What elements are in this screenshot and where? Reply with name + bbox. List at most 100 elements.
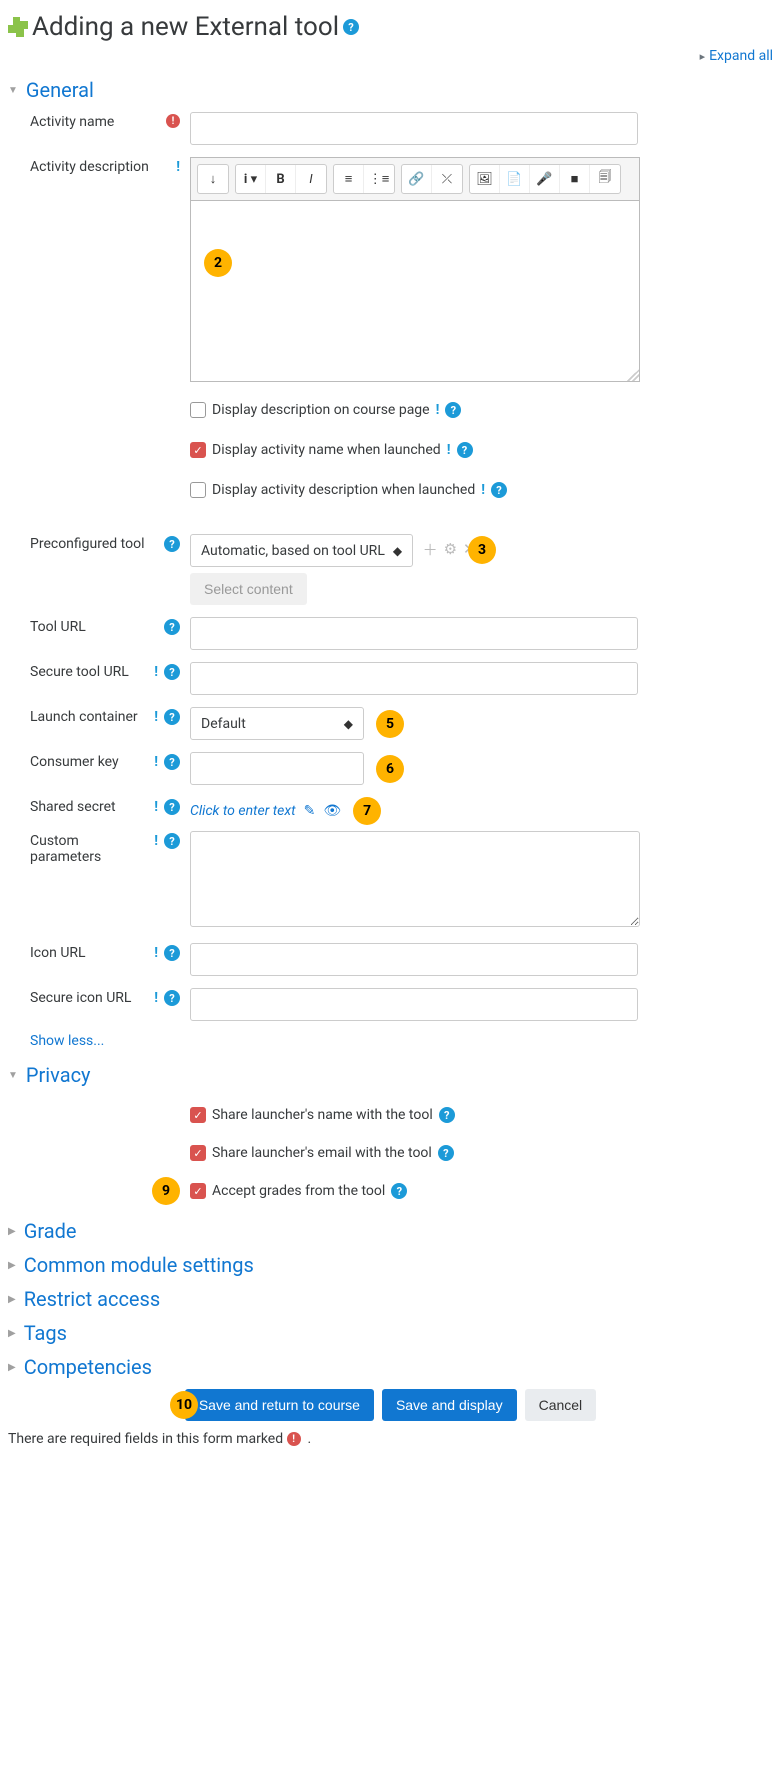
section-privacy-header[interactable]: ▼ Privacy	[8, 1063, 773, 1087]
share-name-checkbox[interactable]	[190, 1107, 206, 1123]
tb-expand-icon[interactable]: ↓	[198, 165, 228, 193]
section-tags-header[interactable]: ▶ Tags	[8, 1321, 773, 1345]
help-icon[interactable]: ?	[164, 990, 180, 1006]
launch-container-select[interactable]: Default ◆	[190, 707, 364, 740]
chevron-right-icon: ▶	[8, 1294, 16, 1305]
marker-5: 5	[376, 710, 404, 738]
required-note-text: There are required fields in this form m…	[8, 1431, 283, 1447]
preconfigured-label: Preconfigured tool	[30, 536, 158, 552]
section-general-header[interactable]: ▼ General	[8, 78, 773, 102]
editor-toolbar: ↓ i ▾ B I ≡ ⋮≡ 🔗 ⤫ 🖼 📄 🎤	[191, 158, 639, 201]
launch-container-value: Default	[201, 716, 246, 732]
marker-6: 6	[376, 755, 404, 783]
help-icon[interactable]: ?	[391, 1183, 407, 1199]
section-competencies-header[interactable]: ▶ Competencies	[8, 1355, 773, 1379]
section-grade-header[interactable]: ▶ Grade	[8, 1219, 773, 1243]
help-icon[interactable]: ?	[164, 754, 180, 770]
activity-desc-editor[interactable]	[191, 201, 639, 381]
shared-secret-link[interactable]: Click to enter text	[190, 803, 296, 819]
section-general-title: General	[26, 78, 94, 102]
section-restrict-header[interactable]: ▶ Restrict access	[8, 1287, 773, 1311]
display-desc-label: Display description on course page	[212, 402, 430, 418]
page-title-text: Adding a new External tool	[32, 12, 339, 42]
chevron-down-icon: ▼	[8, 1070, 18, 1081]
tb-bold-icon[interactable]: B	[266, 165, 296, 193]
help-icon[interactable]: ?	[164, 536, 180, 552]
help-icon[interactable]: ?	[164, 709, 180, 725]
eye-icon[interactable]: 👁	[323, 803, 341, 819]
tb-video-icon[interactable]: ■	[560, 165, 590, 193]
secure-tool-url-input[interactable]	[190, 662, 638, 695]
close-icon[interactable]: ✕	[463, 540, 476, 558]
help-icon[interactable]: ?	[343, 19, 359, 35]
advanced-icon[interactable]: !	[154, 709, 158, 725]
save-display-button[interactable]: Save and display	[382, 1389, 517, 1421]
consumer-key-input[interactable]	[190, 752, 364, 785]
activity-name-input[interactable]	[190, 112, 638, 145]
section-common-header[interactable]: ▶ Common module settings	[8, 1253, 773, 1277]
expand-all-link[interactable]: Expand all	[700, 48, 773, 64]
advanced-icon[interactable]: !	[154, 799, 158, 815]
display-desc-checkbox[interactable]	[190, 402, 206, 418]
show-less-link[interactable]: Show less...	[30, 1033, 773, 1049]
gear-icon[interactable]: ⚙	[444, 540, 457, 558]
launch-container-label: Launch container	[30, 709, 148, 725]
icon-url-input[interactable]	[190, 943, 638, 976]
help-icon[interactable]: ?	[164, 833, 180, 849]
advanced-icon[interactable]: !	[436, 402, 440, 418]
save-return-button[interactable]: Save and return to course	[185, 1389, 374, 1421]
required-icon: !	[166, 114, 180, 128]
caret-icon: ◆	[344, 717, 353, 731]
tool-url-input[interactable]	[190, 617, 638, 650]
section-privacy-title: Privacy	[26, 1063, 91, 1087]
pencil-icon[interactable]: ✎	[304, 803, 316, 819]
display-desc-launched-checkbox[interactable]	[190, 482, 206, 498]
tb-ol-icon[interactable]: ⋮≡	[364, 165, 394, 193]
chevron-right-icon: ▶	[8, 1328, 16, 1339]
advanced-icon[interactable]: !	[447, 442, 451, 458]
tb-ul-icon[interactable]: ≡	[334, 165, 364, 193]
advanced-icon[interactable]: !	[176, 159, 180, 175]
section-competencies-title: Competencies	[24, 1355, 152, 1379]
advanced-icon[interactable]: !	[154, 990, 158, 1006]
page-title: Adding a new External tool ?	[8, 12, 773, 42]
help-icon[interactable]: ?	[445, 402, 461, 418]
tb-file-icon[interactable]: 📄	[500, 165, 530, 193]
tb-mic-icon[interactable]: 🎤	[530, 165, 560, 193]
advanced-icon[interactable]: !	[481, 482, 485, 498]
tb-italic-icon[interactable]: I	[296, 165, 326, 193]
advanced-icon[interactable]: !	[154, 754, 158, 770]
tb-manage-icon[interactable]: 🗐	[590, 165, 620, 193]
chevron-right-icon: ▶	[8, 1260, 16, 1271]
display-name-launched-checkbox[interactable]	[190, 442, 206, 458]
cancel-button[interactable]: Cancel	[525, 1389, 597, 1421]
secure-tool-url-label: Secure tool URL	[30, 664, 148, 680]
tb-link-icon[interactable]: 🔗	[402, 165, 432, 193]
advanced-icon[interactable]: !	[154, 664, 158, 680]
custom-params-textarea[interactable]	[190, 831, 640, 927]
secure-icon-url-input[interactable]	[190, 988, 638, 1021]
help-icon[interactable]: ?	[164, 664, 180, 680]
add-icon[interactable]: ＋	[423, 539, 438, 560]
advanced-icon[interactable]: !	[154, 945, 158, 961]
share-email-label: Share launcher's email with the tool	[212, 1145, 432, 1161]
help-icon[interactable]: ?	[491, 482, 507, 498]
section-grade-title: Grade	[24, 1219, 77, 1243]
tb-unlink-icon[interactable]: ⤫	[432, 165, 462, 193]
preconfigured-select[interactable]: Automatic, based on tool URL ◆	[190, 534, 413, 567]
help-icon[interactable]: ?	[164, 945, 180, 961]
icon-url-label: Icon URL	[30, 945, 148, 961]
help-icon[interactable]: ?	[438, 1145, 454, 1161]
section-tags-title: Tags	[24, 1321, 67, 1345]
tb-styles-icon[interactable]: i ▾	[236, 165, 266, 193]
select-content-button: Select content	[190, 573, 307, 605]
help-icon[interactable]: ?	[439, 1107, 455, 1123]
accept-grades-checkbox[interactable]	[190, 1183, 206, 1199]
help-icon[interactable]: ?	[457, 442, 473, 458]
activity-desc-label: Activity description	[30, 159, 170, 175]
help-icon[interactable]: ?	[164, 799, 180, 815]
share-email-checkbox[interactable]	[190, 1145, 206, 1161]
tb-image-icon[interactable]: 🖼	[470, 165, 500, 193]
help-icon[interactable]: ?	[164, 619, 180, 635]
advanced-icon[interactable]: !	[154, 833, 158, 849]
